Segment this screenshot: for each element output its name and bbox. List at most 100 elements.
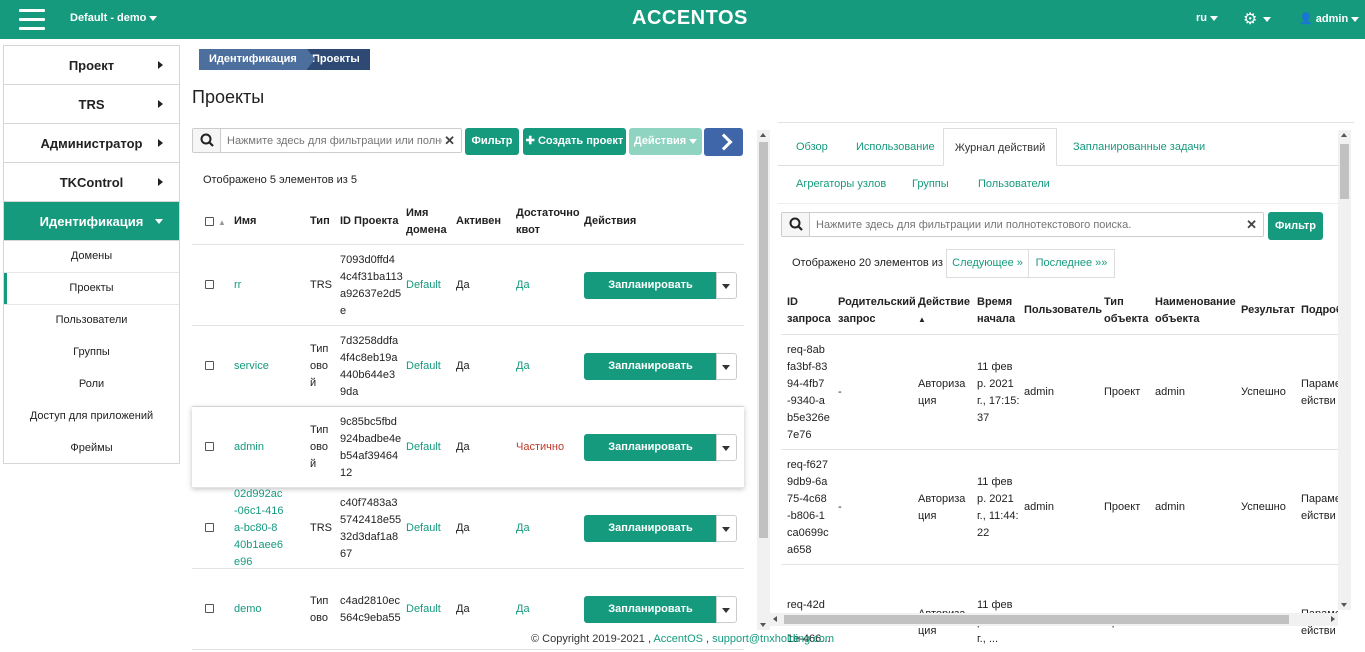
col-quota[interactable]: Достаточно квот: [516, 205, 580, 239]
create-project-button[interactable]: ✚ Создать проект: [523, 128, 626, 155]
log-filter-button[interactable]: Фильтр: [1268, 212, 1323, 240]
col-action[interactable]: Действие ▲: [918, 294, 970, 328]
last-page-link[interactable]: Последнее »»: [1028, 249, 1115, 278]
next-page-link[interactable]: Следующее »: [946, 249, 1029, 278]
domain-link[interactable]: Default: [406, 520, 441, 537]
scroll-down-icon[interactable]: [1341, 603, 1347, 607]
text-line: ействи: [1301, 510, 1336, 522]
project-name-link[interactable]: 02d992ac -06c1-416 a-bc80-8 40b1aee6 e96: [234, 486, 284, 571]
project-selector[interactable]: Default - demo: [70, 12, 158, 24]
tab-action-log[interactable]: Журнал действий: [943, 128, 1057, 166]
row-checkbox[interactable]: [205, 361, 214, 370]
right-scrollbar[interactable]: [1338, 130, 1351, 610]
scroll-thumb[interactable]: [1340, 144, 1349, 199]
col-result[interactable]: Результат: [1241, 302, 1295, 319]
tab-users[interactable]: Пользователи: [978, 178, 1050, 190]
select-all-checkbox[interactable]: [205, 217, 214, 226]
quota-value[interactable]: Да: [516, 277, 530, 294]
row-checkbox[interactable]: [205, 280, 214, 289]
sidebar-subitem-users[interactable]: Пользователи: [4, 305, 179, 337]
schedule-action-button[interactable]: Запланировать действие: [584, 434, 717, 480]
scroll-thumb[interactable]: [759, 142, 768, 538]
product-link[interactable]: AccentOS: [653, 633, 703, 645]
filter-button[interactable]: Фильтр: [465, 128, 519, 155]
left-scrollbar[interactable]: [757, 130, 770, 630]
project-name-link[interactable]: rr: [234, 277, 241, 294]
sidebar-subitem-domains[interactable]: Домены: [4, 241, 179, 273]
scroll-up-icon[interactable]: [1341, 133, 1347, 137]
project-name-link[interactable]: service: [234, 358, 269, 375]
clear-icon[interactable]: ✕: [444, 133, 455, 149]
domain-link[interactable]: Default: [406, 601, 441, 618]
menu-icon[interactable]: [19, 9, 45, 30]
domain-link[interactable]: Default: [406, 277, 441, 294]
tab-scheduled-tasks[interactable]: Запланированные задачи: [1073, 141, 1205, 153]
row-checkbox[interactable]: [205, 442, 214, 451]
action-dropdown-toggle[interactable]: [716, 596, 737, 623]
col-user[interactable]: Пользователь: [1024, 302, 1102, 319]
action-dropdown-toggle[interactable]: [716, 272, 737, 299]
action-dropdown-toggle[interactable]: [716, 515, 737, 542]
col-type[interactable]: Тип: [310, 213, 330, 230]
col-request-id[interactable]: ID запроса: [787, 294, 831, 328]
scroll-right-icon[interactable]: [1331, 616, 1335, 622]
col-active[interactable]: Активен: [456, 213, 501, 230]
search-input[interactable]: [816, 216, 1236, 233]
sidebar-subitem-groups[interactable]: Группы: [4, 337, 179, 369]
schedule-action-button[interactable]: Запланировать действие: [584, 596, 717, 642]
col-name[interactable]: Имя: [234, 213, 256, 230]
row-checkbox[interactable]: [205, 523, 214, 532]
row-checkbox[interactable]: [205, 604, 214, 613]
tab-groups[interactable]: Группы: [912, 178, 949, 190]
tab-node-aggregates[interactable]: Агрегаторы узлов: [796, 178, 886, 190]
project-name-link[interactable]: demo: [234, 601, 262, 618]
col-start-time[interactable]: Время начала: [977, 294, 1015, 328]
clear-icon[interactable]: ✕: [1246, 217, 1257, 233]
expand-panel-button[interactable]: [704, 128, 743, 156]
col-details[interactable]: Подроб: [1301, 302, 1343, 319]
sidebar-item-admin[interactable]: Администратор: [4, 124, 179, 163]
scroll-thumb[interactable]: [784, 615, 1289, 624]
breadcrumb-identity[interactable]: Идентификация: [199, 49, 315, 70]
sidebar-subitem-projects[interactable]: Проекты: [4, 273, 179, 305]
quota-value[interactable]: Частично: [516, 439, 564, 456]
project-name-link[interactable]: admin: [234, 439, 264, 456]
schedule-action-button[interactable]: Запланировать действие: [584, 353, 717, 399]
sidebar-subitem-app-access[interactable]: Доступ для приложений: [4, 401, 179, 433]
col-object-name[interactable]: Наименование объекта: [1155, 294, 1236, 328]
scroll-left-icon[interactable]: [773, 616, 777, 622]
user-menu[interactable]: 👤 admin: [1299, 12, 1360, 25]
language-selector[interactable]: ru: [1196, 12, 1218, 24]
tab-overview[interactable]: Обзор: [796, 141, 828, 153]
search-icon[interactable]: [193, 129, 221, 152]
col-parent-request[interactable]: Родительский запрос: [838, 294, 916, 328]
scroll-down-icon[interactable]: [760, 623, 766, 627]
settings-menu[interactable]: ⚙: [1243, 9, 1272, 29]
action-dropdown-toggle[interactable]: [716, 434, 737, 461]
quota-value[interactable]: Да: [516, 601, 530, 618]
right-horizontal-scrollbar[interactable]: [770, 613, 1338, 626]
tab-usage[interactable]: Использование: [856, 141, 935, 153]
domain-link[interactable]: Default: [406, 439, 441, 456]
quota-value[interactable]: Да: [516, 358, 530, 375]
search-input[interactable]: [227, 132, 442, 149]
action-dropdown-toggle[interactable]: [716, 353, 737, 380]
schedule-action-button[interactable]: Запланировать действие: [584, 272, 717, 318]
sidebar-item-identity[interactable]: Идентификация: [4, 202, 179, 241]
quota-value[interactable]: Да: [516, 520, 530, 537]
sidebar-subitem-roles[interactable]: Роли: [4, 369, 179, 401]
domain-link[interactable]: Default: [406, 358, 441, 375]
col-object-type[interactable]: Тип объекта: [1104, 294, 1149, 328]
actions-button[interactable]: Действия: [629, 128, 702, 155]
sort-icon[interactable]: ▲: [218, 214, 226, 231]
col-domain[interactable]: Имя домена: [406, 205, 447, 239]
sidebar-subitem-frames[interactable]: Фреймы: [4, 433, 179, 465]
schedule-action-button[interactable]: Запланировать действие: [584, 515, 717, 561]
scroll-up-icon[interactable]: [760, 133, 766, 137]
sidebar-item-tkcontrol[interactable]: TKControl: [4, 163, 179, 202]
search-icon[interactable]: [782, 213, 810, 236]
sidebar-item-trs[interactable]: TRS: [4, 85, 179, 124]
support-email-link[interactable]: support@tnxholding.com: [712, 633, 834, 645]
col-id[interactable]: ID Проекта: [340, 213, 399, 230]
sidebar-item-project[interactable]: Проект: [4, 46, 179, 85]
